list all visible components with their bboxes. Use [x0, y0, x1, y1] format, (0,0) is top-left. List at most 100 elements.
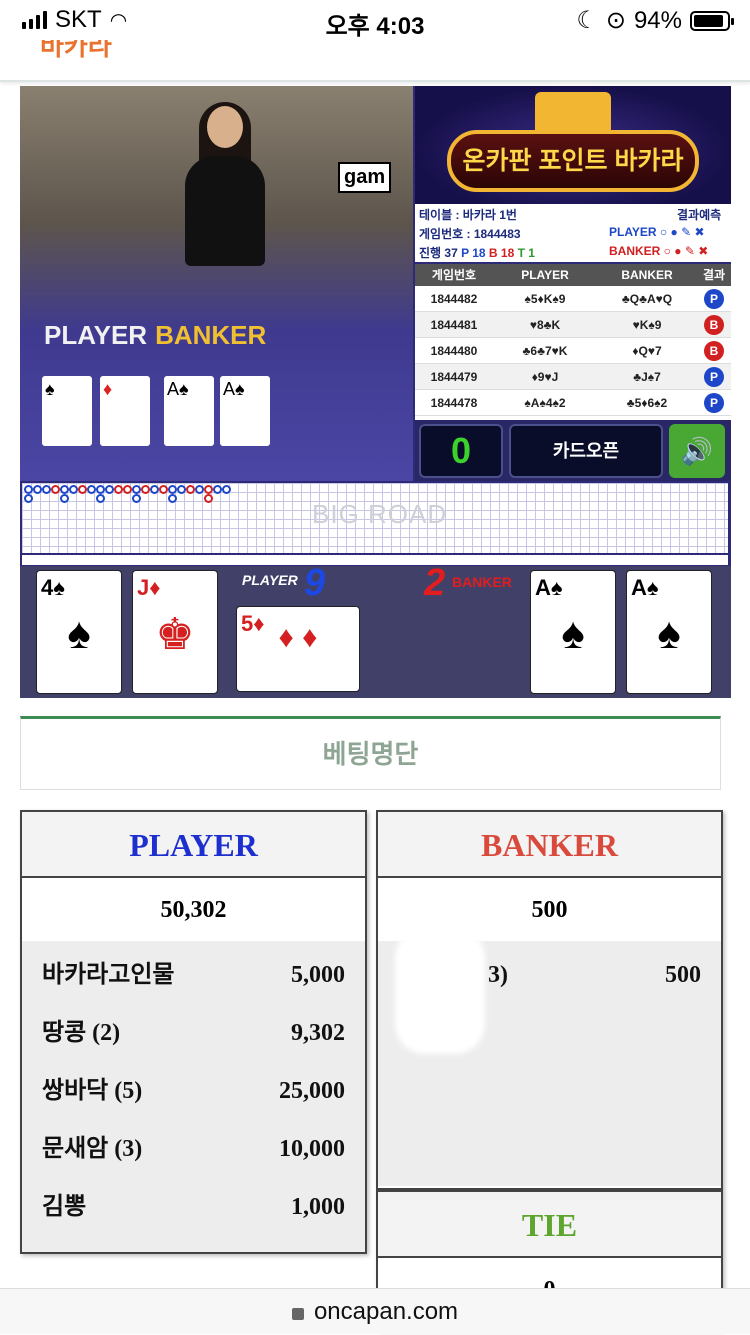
predict-player[interactable]: PLAYER ○ ● ✎ ✖ [609, 225, 705, 239]
result-badge: B [704, 341, 724, 361]
result-panel: 4♠ ♠ J♦ ♚ 5♦ ♦ ♦ PLAYER 9 2 BANKER A♠ ♠ A♠ ♠ [20, 562, 731, 698]
player-bets-total: 50,302 [22, 878, 365, 942]
banker-score-label: BANKER [452, 574, 512, 590]
big-road-marker [69, 485, 78, 494]
history-header: 게임번호 PLAYER BANKER 결과 [415, 264, 731, 286]
redaction-blur [395, 928, 485, 1054]
progress-stats: 진행 37 P 18 B 18 T 1 [419, 246, 535, 260]
result-badge: B [704, 315, 724, 335]
table-row: 1844478 ♠A♠4♠2 ♣5♦6♠2 P [415, 390, 731, 416]
video-card: ♦ [100, 376, 150, 446]
big-road-label: BIG ROAD [312, 499, 448, 529]
list-item: 문새암 (3) 10,000 [42, 1136, 345, 1162]
banker-bets-title: BANKER [378, 812, 721, 878]
big-road-marker [24, 485, 33, 494]
big-road-marker [24, 494, 33, 503]
table-row: 1844481 ♥8♣K ♥K♠9 B [415, 312, 731, 338]
list-item: 김뽕 1,000 [42, 1194, 345, 1220]
player-score-label: PLAYER [242, 572, 298, 588]
big-road-marker [213, 485, 222, 494]
banker-score: 2 [424, 562, 446, 604]
banner-title: 온카판 포인트 바카라 [447, 130, 699, 192]
banker-card-2: A♠ ♠ [626, 570, 712, 694]
table-row: 1844482 ♠5♦K♠9 ♣Q♣A♥Q P [415, 286, 731, 312]
video-card: A♠ [164, 376, 214, 446]
player-bets-box: PLAYER 50,302 바카라고인물 5,000 땅콩 (2) 9,302 쌍바… [20, 810, 367, 1254]
big-road-marker [150, 485, 159, 494]
url-text: oncapan.com [313, 1298, 459, 1325]
big-road-marker [132, 494, 141, 503]
betting-list-title: 베팅명단 [20, 716, 721, 790]
big-road-marker [186, 485, 195, 494]
slot-machine-icon [535, 92, 611, 132]
table-row: 1844480 ♣6♣7♥K ♦Q♥7 B [415, 338, 731, 364]
battery-percent: 94% [633, 6, 682, 34]
road-strip [22, 555, 728, 565]
list-item: 바카라고인물 5,000 [42, 962, 345, 988]
predict-title: 결과예측 [677, 208, 722, 222]
player-card-3: 5♦ ♦ ♦ [236, 606, 360, 692]
big-road-marker [96, 494, 105, 503]
table-name: 테이블 : 바카라 1번 [419, 208, 517, 222]
list-item: 땅콩 (2) 9,302 [42, 1020, 345, 1046]
promo-banner: 온카판 포인트 바카라 [415, 86, 731, 204]
site-title[interactable]: 바카라 [40, 40, 112, 63]
big-road-marker [87, 485, 96, 494]
big-road-marker [141, 485, 150, 494]
baccarat-game-widget: gam PLAYER BANKER ♠ ♦ A♠ A♠ 온카판 포인트 바카라 테… [20, 86, 731, 698]
result-badge: P [704, 367, 724, 387]
big-road-marker [168, 485, 177, 494]
big-road-marker [159, 485, 168, 494]
result-badge: P [704, 289, 724, 309]
big-road-marker [204, 494, 213, 503]
big-road-marker [105, 485, 114, 494]
big-road-marker [222, 485, 231, 494]
big-road-board: BIG ROAD [22, 483, 728, 553]
big-road-marker [204, 485, 213, 494]
game-number: 게임번호 : 1844483 [419, 227, 521, 241]
browser-url-bar[interactable]: oncapan.com [0, 1288, 750, 1334]
big-road-marker [60, 485, 69, 494]
game-info: 테이블 : 바카라 1번 게임번호 : 1844483 진행 37 P 18 B… [415, 204, 731, 262]
rotation-lock-icon: ⊙ [605, 7, 626, 34]
video-card: A♠ [220, 376, 270, 446]
table-row: 1844479 ♦9♥J ♣J♠7 P [415, 364, 731, 390]
player-bets-list: 바카라고인물 5,000 땅콩 (2) 9,302 쌍바닥 (5) 25,000 문새… [22, 942, 365, 1252]
banker-card-1: A♠ ♠ [530, 570, 616, 694]
control-bar: 0 카드오픈 🔊 [415, 420, 731, 481]
site-header: 바카라 [0, 40, 750, 82]
video-watermark: gam [338, 162, 392, 193]
big-road-marker [78, 485, 87, 494]
tie-bets-title: TIE [378, 1192, 721, 1258]
big-road-marker [33, 485, 42, 494]
player-card-2: J♦ ♚ [132, 570, 218, 694]
list-item: 쌍바닥 (5) 25,000 [42, 1078, 345, 1104]
history-table: 게임번호 PLAYER BANKER 결과 1844482 ♠5♦K♠9 ♣Q♣… [415, 264, 731, 420]
big-road-marker [123, 485, 132, 494]
result-badge: P [704, 393, 724, 413]
player-score: 9 [304, 562, 326, 604]
speaker-icon[interactable]: 🔊 [669, 424, 725, 478]
big-road-marker [51, 485, 60, 494]
player-bets-title: PLAYER [22, 812, 365, 878]
big-road-marker [195, 485, 204, 494]
countdown-display: 0 [419, 424, 503, 478]
big-road-marker [177, 485, 186, 494]
big-road-marker [60, 494, 69, 503]
dealer-figure [185, 102, 265, 281]
table-felt-label: PLAYER BANKER [44, 320, 267, 350]
big-road-marker [132, 485, 141, 494]
moon-icon: ☾ [576, 7, 598, 34]
lock-icon [291, 1308, 304, 1320]
card-open-button[interactable]: 카드오픈 [509, 424, 663, 478]
big-road-marker [42, 485, 51, 494]
status-right: ☾ ⊙ 94% [576, 6, 734, 35]
big-road-marker [96, 485, 105, 494]
big-road-marker [114, 485, 123, 494]
live-video: gam PLAYER BANKER ♠ ♦ A♠ A♠ [20, 86, 413, 481]
player-card-1: 4♠ ♠ [36, 570, 122, 694]
status-bar: SKT ◠ 오후 4:03 ☾ ⊙ 94% [0, 0, 750, 40]
video-card: ♠ [42, 376, 92, 446]
big-road-marker [168, 494, 177, 503]
predict-banker[interactable]: BANKER ○ ● ✎ ✖ [609, 244, 708, 258]
